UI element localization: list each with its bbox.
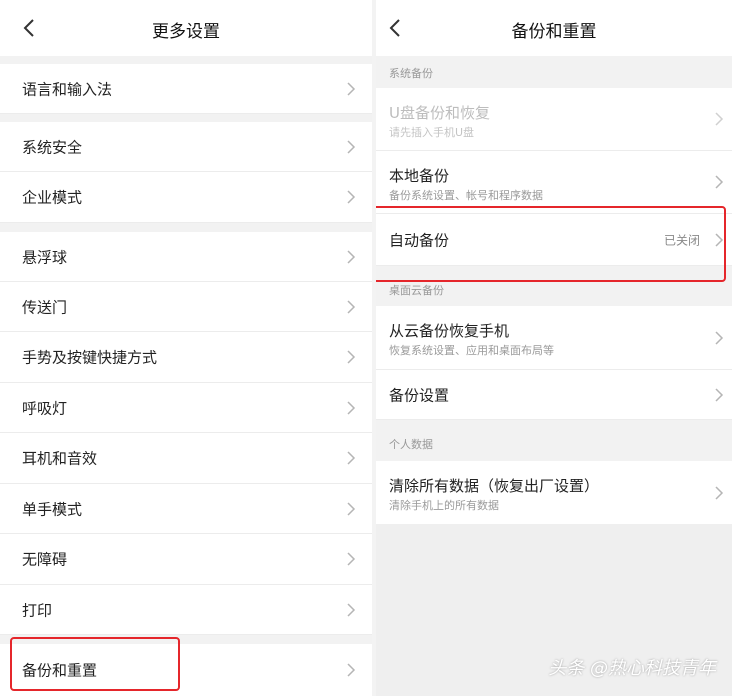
settings-item-audio[interactable]: 耳机和音效 (0, 433, 372, 484)
item-label: 无障碍 (22, 550, 68, 569)
chevron-right-icon (347, 249, 356, 264)
chevron-right-icon (347, 663, 356, 677)
item-label: 系统安全 (22, 138, 83, 156)
settings-item-one-hand[interactable]: 单手模式 (0, 484, 372, 534)
chevron-right-icon (347, 552, 356, 566)
item-label: 悬浮球 (22, 248, 68, 266)
item-title: 备份设置 (389, 386, 450, 404)
chevron-right-icon (715, 485, 724, 500)
item-label: 企业模式 (22, 188, 83, 207)
item-label: 耳机和音效 (22, 449, 98, 468)
chevron-right-icon (715, 175, 724, 189)
settings-item-breathing-light[interactable]: 呼吸灯 (0, 383, 372, 433)
settings-item-accessibility[interactable]: 无障碍 (0, 534, 372, 585)
item-subtitle: 备份系统设置、帐号和程序数据 (389, 189, 543, 202)
item-label: 呼吸灯 (22, 399, 68, 417)
item-subtitle: 请先插入手机U盘 (389, 126, 475, 139)
section-label-system-backup: 系统备份 (389, 67, 433, 80)
chevron-right-icon (715, 112, 724, 126)
item-title: 清除所有数据（恢复出厂设置） (389, 477, 600, 495)
settings-item-security[interactable]: 系统安全 (0, 122, 372, 172)
settings-item-enterprise[interactable]: 企业模式 (0, 172, 372, 223)
usb-backup-item[interactable]: U盘备份和恢复 请先插入手机U盘 (376, 88, 732, 151)
section-gap (0, 56, 372, 64)
more-settings-screen: 更多设置 语言和输入法 系统安全 企业模式 悬浮球 传送门 手势及按键快捷方式 … (0, 0, 372, 696)
page-title: 备份和重置 (511, 22, 597, 42)
chevron-right-icon (347, 501, 356, 516)
section-header: 个人数据 (376, 420, 732, 461)
item-label: 传送门 (22, 298, 68, 316)
chevron-right-icon (347, 139, 356, 154)
settings-item-float-ball[interactable]: 悬浮球 (0, 232, 372, 282)
settings-item-print[interactable]: 打印 (0, 585, 372, 635)
header: 更多设置 (0, 0, 372, 56)
settings-item-language[interactable]: 语言和输入法 (0, 64, 372, 114)
chevron-right-icon (715, 330, 724, 345)
settings-item-portal[interactable]: 传送门 (0, 282, 372, 332)
header: 备份和重置 (376, 0, 732, 56)
highlight-box (10, 637, 180, 691)
item-label: 手势及按键快捷方式 (22, 348, 158, 367)
backup-reset-screen: 备份和重置 系统备份 U盘备份和恢复 请先插入手机U盘 本地备份 备份系统设置、… (376, 0, 732, 696)
item-label: 打印 (22, 601, 53, 619)
settings-item-gestures[interactable]: 手势及按键快捷方式 (0, 332, 372, 383)
section-gap (0, 114, 372, 122)
local-backup-item[interactable]: 本地备份 备份系统设置、帐号和程序数据 (376, 151, 732, 214)
chevron-right-icon (347, 602, 356, 617)
chevron-right-icon (347, 299, 356, 314)
chevron-right-icon (347, 451, 356, 465)
item-title: 从云备份恢复手机 (389, 322, 510, 340)
page-title: 更多设置 (152, 22, 220, 42)
section-label-personal-data: 个人数据 (389, 438, 433, 451)
section-label-cloud-backup: 桌面云备份 (389, 284, 444, 297)
chevron-right-icon (347, 190, 356, 204)
restore-cloud-item[interactable]: 从云备份恢复手机 恢复系统设置、应用和桌面布局等 (376, 306, 732, 370)
chevron-right-icon (715, 387, 724, 402)
watermark: 头条 @热心科技青年 (548, 658, 716, 679)
item-title: 本地备份 (389, 167, 450, 185)
chevron-right-icon (347, 81, 356, 96)
section-gap (0, 223, 372, 232)
section-header: 系统备份 (376, 56, 732, 88)
backup-settings-item[interactable]: 备份设置 (376, 370, 732, 420)
item-title: U盘备份和恢复 (389, 104, 490, 122)
chevron-right-icon (347, 350, 356, 364)
item-label: 单手模式 (22, 500, 83, 518)
item-label: 语言和输入法 (22, 80, 113, 98)
highlight-box (376, 206, 726, 282)
chevron-right-icon (347, 400, 356, 415)
item-subtitle: 清除手机上的所有数据 (389, 499, 499, 512)
item-subtitle: 恢复系统设置、应用和桌面布局等 (389, 344, 554, 357)
factory-reset-item[interactable]: 清除所有数据（恢复出厂设置） 清除手机上的所有数据 (376, 461, 732, 524)
